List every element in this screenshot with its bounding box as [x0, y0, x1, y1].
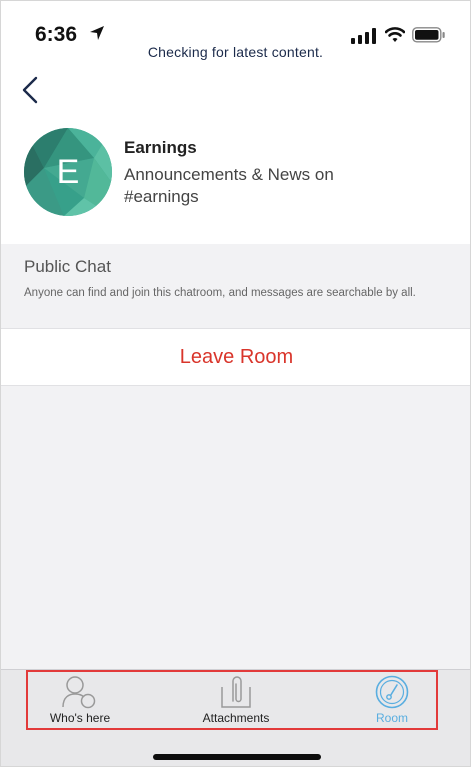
- tab-room[interactable]: Room: [322, 675, 462, 727]
- empty-area: [1, 386, 470, 669]
- paperclip-icon: [221, 676, 251, 708]
- gauge-icon: [375, 675, 409, 709]
- tab-room-label: Room: [375, 711, 408, 725]
- battery-icon: [412, 27, 445, 43]
- privacy-title: Public Chat: [24, 257, 111, 276]
- tab-whos-here[interactable]: Who's here: [10, 675, 150, 727]
- privacy-description: Anyone can find and join this chatroom, …: [24, 287, 416, 299]
- back-chevron-icon[interactable]: [17, 74, 45, 106]
- signal-icon: [351, 28, 376, 44]
- tab-whos-here-label: Who's here: [49, 711, 111, 725]
- leave-room-row: Leave Room: [1, 328, 470, 386]
- home-indicator[interactable]: [153, 754, 321, 760]
- avatar-letter: E: [56, 153, 80, 191]
- people-icon: [62, 676, 96, 709]
- wifi-icon: [385, 27, 405, 42]
- location-arrow-icon: [90, 26, 104, 40]
- leave-room-button[interactable]: Leave Room: [1, 346, 470, 369]
- room-title: Earnings: [124, 138, 197, 157]
- status-message: Checking for latest content.: [147, 44, 324, 60]
- privacy-section: Public Chat Anyone can find and join thi…: [1, 244, 470, 328]
- tab-attachments-label: Attachments: [202, 711, 270, 725]
- tab-attachments[interactable]: Attachments: [166, 675, 306, 727]
- room-description: Announcements & News on #earnings: [124, 165, 334, 206]
- screen: 6:36 Checking for latest content. E Earn…: [0, 0, 471, 767]
- room-avatar: E: [24, 128, 112, 216]
